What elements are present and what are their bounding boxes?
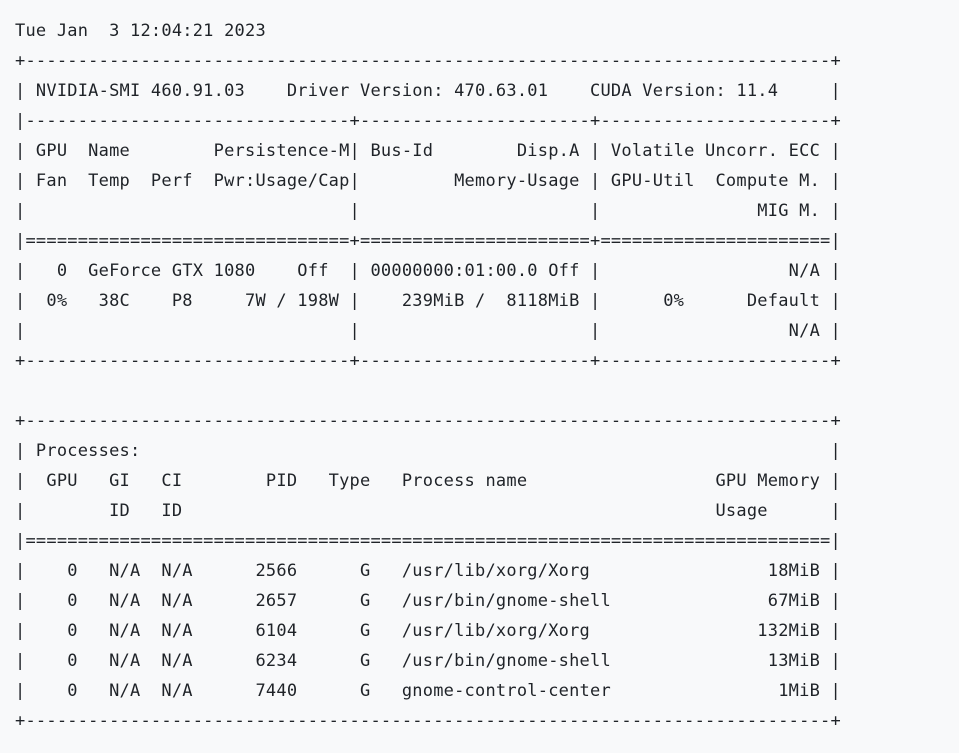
process-row: | 0 N/A N/A 2566 G /usr/lib/xorg/Xorg 18…: [15, 561, 841, 581]
process-column-header-row-1: | GPU GI CI PID Type Process name GPU Me…: [15, 471, 841, 491]
gpu-table-divider: |-------------------------------+-------…: [15, 111, 841, 131]
version-header-line: | NVIDIA-SMI 460.91.03 Driver Version: 4…: [15, 81, 841, 101]
process-row: | 0 N/A N/A 6234 G /usr/bin/gnome-shell …: [15, 651, 841, 671]
process-row: | 0 N/A N/A 2657 G /usr/bin/gnome-shell …: [15, 591, 841, 611]
gpu-header-separator: |===============================+=======…: [15, 231, 841, 251]
process-table-top-border: +---------------------------------------…: [15, 411, 841, 431]
gpu-column-header-row-1: | GPU Name Persistence-M| Bus-Id Disp.A …: [15, 141, 841, 161]
process-row: | 0 N/A N/A 7440 G gnome-control-center …: [15, 681, 841, 701]
gpu-row-3: | | | N/A |: [15, 321, 841, 341]
terminal-output: Tue Jan 3 12:04:21 2023 +----------------…: [15, 16, 841, 736]
process-column-header-row-2: | ID ID Usage |: [15, 501, 841, 521]
gpu-row-1: | 0 GeForce GTX 1080 Off | 00000000:01:0…: [15, 261, 841, 281]
gpu-column-header-row-2: | Fan Temp Perf Pwr:Usage/Cap| Memory-Us…: [15, 171, 841, 191]
process-header-separator: |=======================================…: [15, 531, 841, 551]
process-row: | 0 N/A N/A 6104 G /usr/lib/xorg/Xorg 13…: [15, 621, 841, 641]
process-table-bottom-border: +---------------------------------------…: [15, 711, 841, 731]
gpu-table-top-border: +---------------------------------------…: [15, 51, 841, 71]
gpu-table-bottom-border: +-------------------------------+-------…: [15, 351, 841, 371]
gpu-column-header-row-3: | | | MIG M. |: [15, 201, 841, 221]
process-title-line: | Processes: |: [15, 441, 841, 461]
timestamp-line: Tue Jan 3 12:04:21 2023: [15, 21, 266, 41]
gpu-row-2: | 0% 38C P8 7W / 198W | 239MiB / 8118MiB…: [15, 291, 841, 311]
